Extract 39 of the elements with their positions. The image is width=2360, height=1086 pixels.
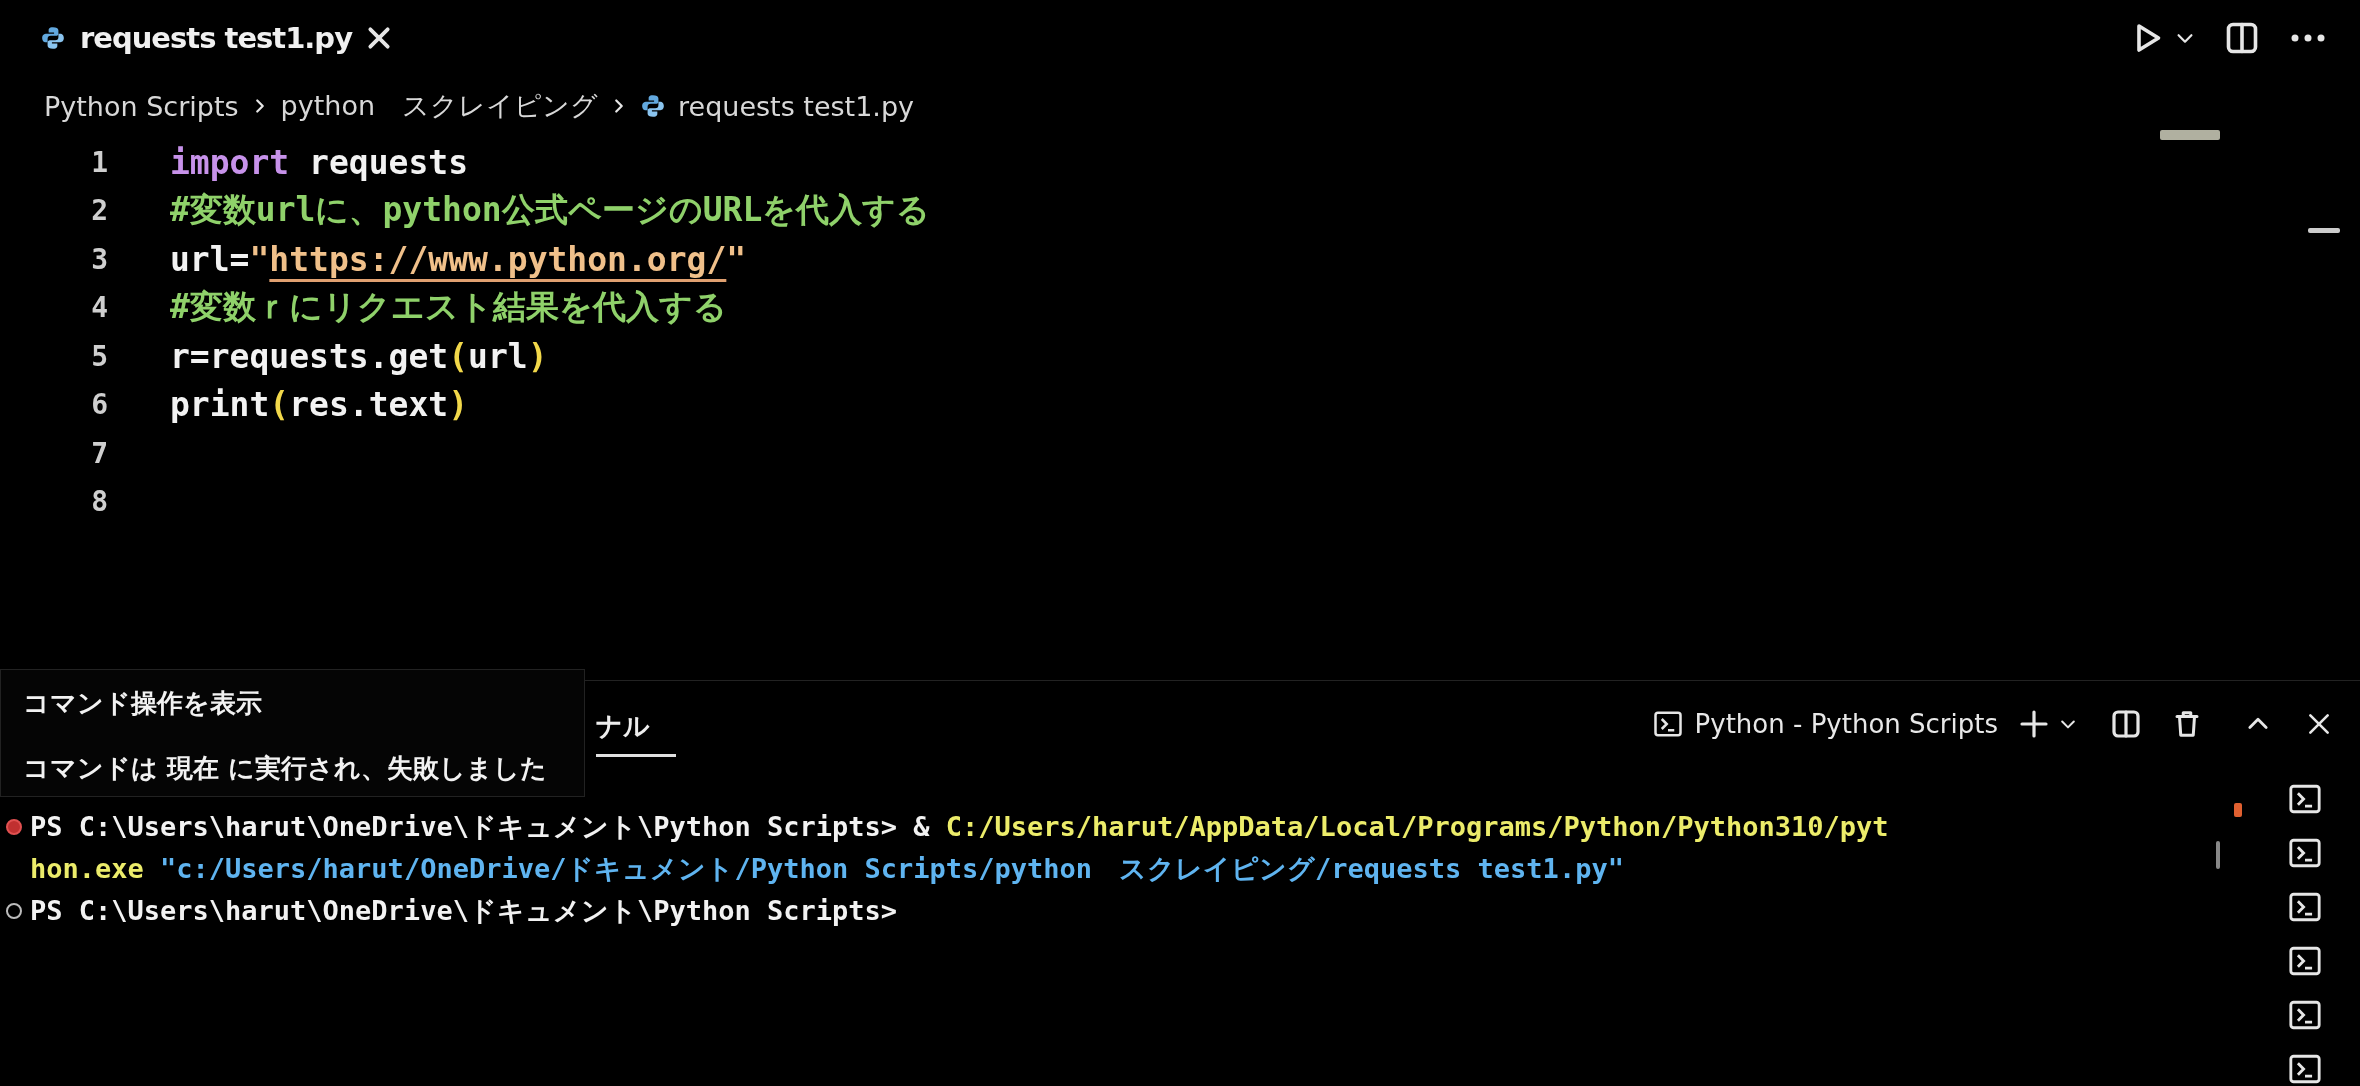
terminal-icon[interactable] (2288, 836, 2322, 870)
error-marker (2234, 803, 2242, 817)
line-number: 5 (90, 339, 109, 373)
terminal-icon[interactable] (2288, 1052, 2322, 1086)
code-line: #変数ｒにリクエスト結果を代入する (170, 286, 727, 329)
python-file-icon (40, 25, 66, 51)
line-number: 8 (90, 485, 109, 519)
code-line: r=requests.get(url) (170, 336, 548, 376)
breadcrumb-item[interactable]: Python Scripts (44, 90, 239, 122)
command-status-dot[interactable] (6, 903, 22, 919)
code-line: print(res.text) (170, 385, 469, 425)
code-line: import requests (170, 142, 469, 182)
code-line: url="https://www.python.org/" (170, 239, 747, 279)
terminal-icon[interactable] (2288, 890, 2322, 924)
panel-tab[interactable]: ナル (596, 690, 676, 757)
tooltip-title: コマンド操作を表示 (23, 687, 263, 720)
breadcrumb-item[interactable]: python スクレイピング (280, 88, 598, 124)
breadcrumb-item[interactable]: requests test1.py (678, 90, 915, 122)
terminal-line: PS C:\Users\harut\OneDrive\ドキュメント\Python Scripts> (30, 894, 897, 928)
terminal-line: PS C:\Users\harut\OneDrive\ドキュメント\Python Scripts> & C:/Users/harut/AppData/Local/Programs/Python/Python310/pyt (30, 810, 1889, 844)
line-number: 2 (90, 194, 109, 228)
close-icon[interactable] (366, 25, 393, 51)
scrollbar-thumb (2216, 841, 2220, 869)
code-line: #変数urlに、python公式ページのURLを代入する (170, 189, 931, 232)
terminal-line: hon.exe "c:/Users/harut/OneDrive/ドキュメント/Python Scripts/python スクレイピング/requests test1.py" (30, 852, 1624, 886)
command-status-dot[interactable] (6, 819, 22, 835)
python-file-icon (640, 93, 666, 119)
terminal-icon[interactable] (2288, 998, 2322, 1032)
terminal-name[interactable]: Python - Python Scripts (1694, 708, 1998, 739)
line-number: 4 (90, 291, 109, 325)
line-number: 6 (90, 388, 109, 422)
terminal-icon[interactable] (2288, 782, 2322, 816)
scrollbar-marker (2308, 228, 2340, 233)
terminal-icon[interactable] (2288, 944, 2322, 978)
editor-tab[interactable]: requests test1.py (40, 21, 393, 55)
line-number: 7 (90, 436, 109, 470)
line-number: 3 (90, 242, 109, 276)
tooltip-message: コマンドは 現在 に実行され、失敗しました (23, 752, 549, 785)
line-number: 1 (90, 145, 109, 179)
